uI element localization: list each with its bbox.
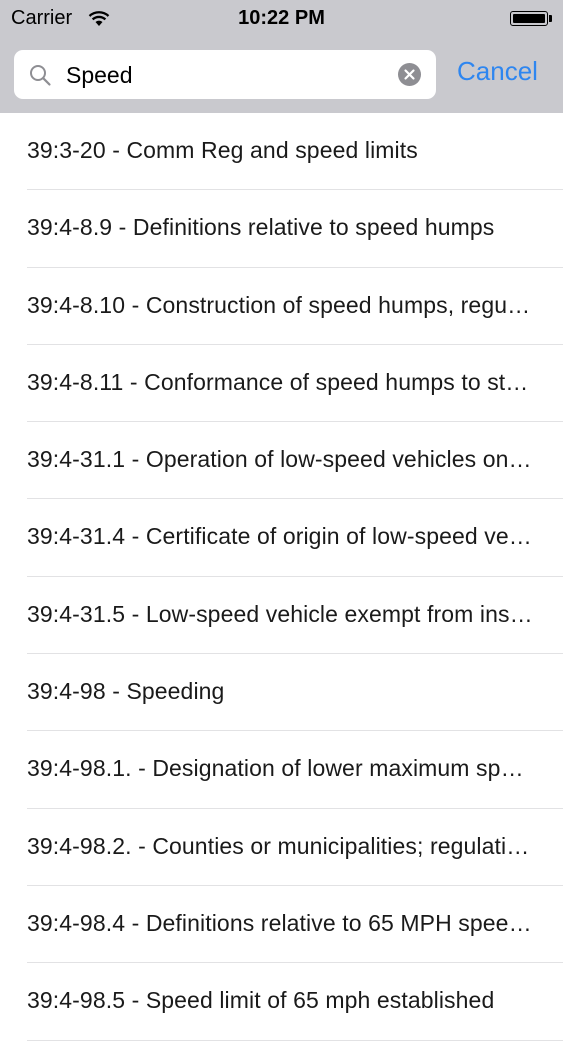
result-label: 39:4-31.1 - Operation of low-speed vehic… [27, 446, 533, 473]
clear-search-button[interactable] [398, 63, 421, 86]
result-label: 39:4-8.10 - Construction of speed humps,… [27, 291, 533, 318]
result-row[interactable]: 39:4-98.4 - Definitions relative to 65 M… [0, 886, 563, 964]
search-icon [30, 65, 51, 86]
result-row[interactable]: 39:4-8.9 - Definitions relative to speed… [0, 190, 563, 268]
result-label: 39:4-8.9 - Definitions relative to speed… [27, 214, 495, 241]
result-row[interactable]: 39:4-98.5 - Speed limit of 65 mph establ… [0, 963, 563, 1041]
search-header: Carrier 10:22 PM Cancel [0, 0, 563, 113]
search-results-list: 39:3-20 - Comm Reg and speed limits 39:4… [0, 113, 563, 1041]
result-row[interactable]: 39:4-31.5 - Low-speed vehicle exempt fro… [0, 577, 563, 655]
result-row[interactable]: 39:4-98 - Speeding [0, 654, 563, 732]
status-time: 10:22 PM [238, 7, 325, 29]
battery-icon [510, 11, 548, 26]
result-row[interactable]: 39:4-31.4 - Certificate of origin of low… [0, 499, 563, 578]
result-label: 39:4-98.4 - Definitions relative to 65 M… [27, 909, 533, 936]
result-row[interactable]: 39:4-98.2. - Counties or municipalities;… [0, 809, 563, 887]
result-row[interactable]: 39:4-31.1 - Operation of low-speed vehic… [0, 422, 563, 500]
result-label: 39:4-98.2. - Counties or municipalities;… [27, 832, 533, 859]
result-label: 39:4-31.4 - Certificate of origin of low… [27, 523, 533, 550]
result-label: 39:4-31.5 - Low-speed vehicle exempt fro… [27, 600, 533, 627]
result-row[interactable]: 39:4-8.11 - Conformance of speed humps t… [0, 345, 563, 423]
result-label: 39:4-98.5 - Speed limit of 65 mph establ… [27, 987, 495, 1014]
result-label: 39:3-20 - Comm Reg and speed limits [27, 137, 418, 163]
result-label: 39:4-98.1. - Designation of lower maximu… [27, 755, 533, 782]
search-bar[interactable] [14, 50, 436, 99]
clear-icon [404, 69, 415, 80]
result-row[interactable]: 39:3-20 - Comm Reg and speed limits [0, 113, 563, 191]
result-row[interactable]: 39:4-98.1. - Designation of lower maximu… [0, 731, 563, 809]
battery-nub [549, 15, 552, 22]
result-label: 39:4-98 - Speeding [27, 678, 225, 705]
cancel-button[interactable]: Cancel [457, 56, 538, 87]
status-bar: Carrier 10:22 PM [0, 0, 563, 40]
result-row[interactable]: 39:4-8.10 - Construction of speed humps,… [0, 268, 563, 346]
result-label: 39:4-8.11 - Conformance of speed humps t… [27, 368, 533, 395]
search-input[interactable] [66, 58, 386, 92]
